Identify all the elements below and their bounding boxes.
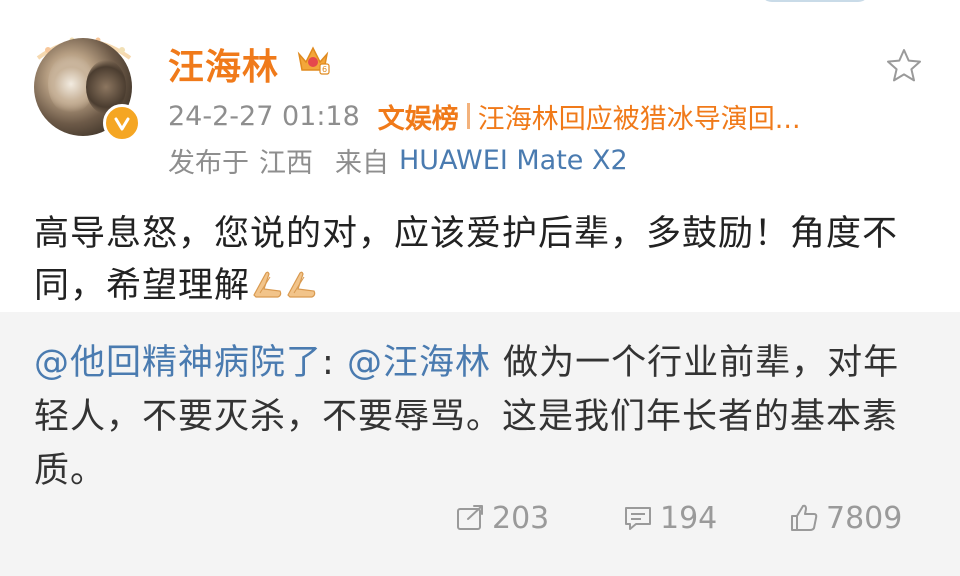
avatar[interactable] [28, 28, 141, 142]
repost-count: 203 [492, 500, 550, 536]
post-time: 24-2-27 01:18 [168, 100, 360, 132]
folded-hands-emoji [287, 271, 316, 298]
post-meta: 24-2-27 01:18 文娱榜 汪海林回应被猎冰导演回... [168, 97, 801, 136]
thumbs-up-icon [791, 504, 818, 531]
location: 江西 [259, 147, 313, 179]
quote-colon: : [322, 343, 347, 383]
location-prefix: 发布于 [168, 147, 249, 179]
comment-icon [625, 507, 651, 530]
post-origin: 发布于 江西 来自 HUAWEI Mate X2 [168, 142, 628, 179]
star-icon[interactable] [884, 46, 924, 86]
verified-badge-icon [103, 104, 141, 142]
source-prefix: 来自 [335, 147, 389, 179]
divider [466, 103, 470, 129]
post-text: 高导息怒，您说的对，应该爱护后辈，多鼓励！角度不同，希望理解 [34, 214, 899, 306]
like-button[interactable]: 7809 [788, 496, 902, 540]
hot-topic-link[interactable]: 汪海林回应被猎冰导演回... [478, 97, 801, 136]
author-name[interactable]: 汪海林 [168, 38, 279, 90]
quoted-text: @他回精神病院了: @汪海林 做为一个行业前辈，对年轻人，不要灭杀，不要辱骂。这… [34, 336, 924, 498]
hot-list-label[interactable]: 文娱榜 [378, 97, 459, 136]
comment-button[interactable]: 194 [622, 496, 717, 540]
top-decoration [760, 0, 870, 2]
repost-icon [457, 505, 483, 530]
repost-button[interactable]: 203 [454, 496, 549, 540]
post-header: 汪海林 6 24-2-27 01:18 文娱榜 汪海林回应被猎冰导演回... 发… [0, 0, 960, 312]
action-bar: 203 194 7809 [0, 496, 960, 540]
folded-hands-emoji [253, 271, 282, 298]
post-body: 高导息怒，您说的对，应该爱护后辈，多鼓励！角度不同，希望理解 [34, 208, 914, 312]
like-count: 7809 [826, 500, 903, 536]
svg-text:6: 6 [322, 65, 327, 74]
crown-member-icon: 6 [297, 46, 330, 75]
device-link[interactable]: HUAWEI Mate X2 [399, 145, 628, 176]
quoted-post[interactable]: @他回精神病院了: @汪海林 做为一个行业前辈，对年轻人，不要灭杀，不要辱骂。这… [0, 312, 960, 576]
mention-user[interactable]: @他回精神病院了 [34, 343, 322, 383]
comment-count: 194 [660, 500, 718, 536]
mention-target[interactable]: @汪海林 [347, 343, 491, 383]
